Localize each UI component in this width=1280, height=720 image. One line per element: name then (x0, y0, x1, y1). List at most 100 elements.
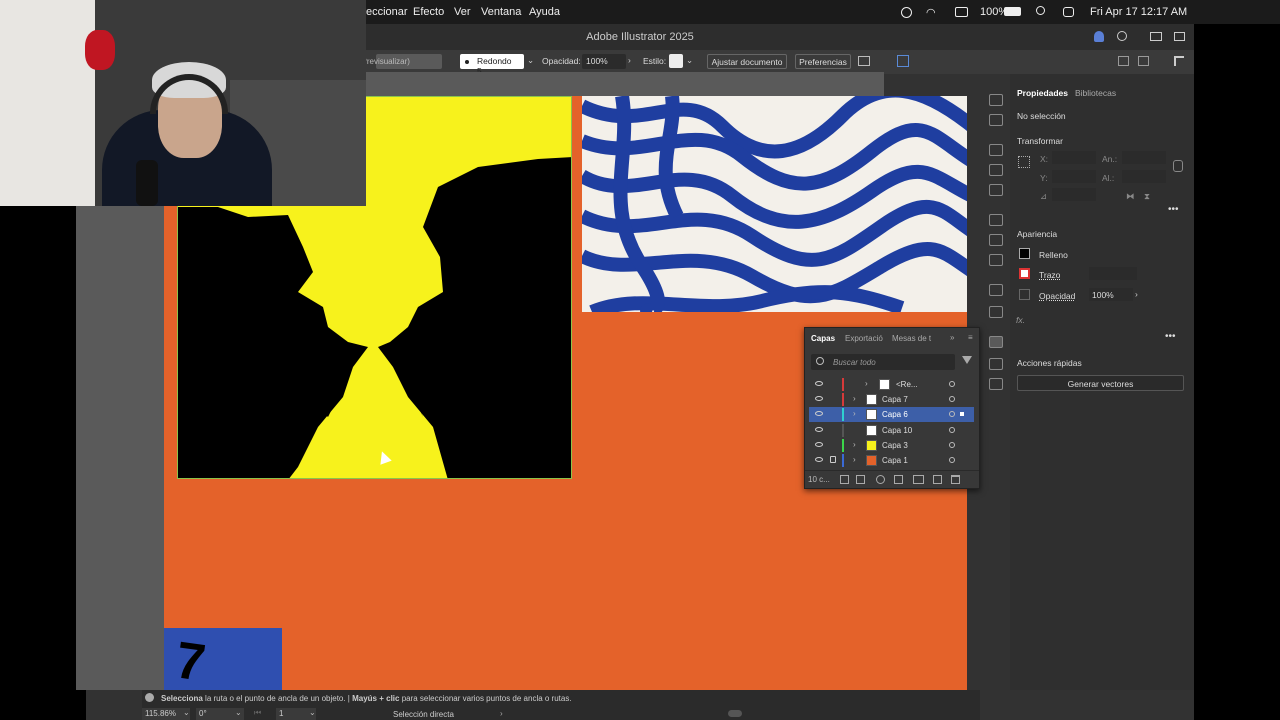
chevron-right-icon[interactable]: › (628, 55, 631, 65)
expand-chevron-icon[interactable]: › (853, 409, 856, 418)
panel-icon[interactable] (1118, 56, 1129, 66)
blue-paper-scrap[interactable]: 7 (164, 628, 282, 690)
target-circle-icon[interactable] (949, 381, 955, 387)
visibility-eye-icon[interactable] (815, 457, 823, 462)
layer-row[interactable]: › Capa 3 (809, 438, 974, 453)
transparency-icon[interactable] (989, 254, 1003, 266)
menu-ventana[interactable]: Ventana (481, 6, 521, 18)
locate-object-icon[interactable] (876, 475, 885, 484)
layer-name[interactable]: Capa 1 (882, 456, 908, 465)
new-layer-icon[interactable] (933, 475, 942, 484)
layer-name[interactable]: Capa 10 (882, 426, 912, 435)
generate-vectors-button[interactable]: Generar vectores (1017, 375, 1184, 391)
clock[interactable]: Fri Apr 17 12:17 AM (1090, 6, 1187, 18)
panel-expand-icon[interactable]: » (950, 333, 954, 342)
rotation-dropdown-icon[interactable]: ⌄ (235, 708, 242, 717)
artboards-panel-icon[interactable] (989, 378, 1003, 390)
stroke-label[interactable]: Trazo (1039, 270, 1060, 280)
constrain-link-icon[interactable] (1173, 160, 1183, 172)
stroke-panel-icon[interactable] (989, 214, 1003, 226)
y-input[interactable] (1052, 170, 1096, 183)
height-input[interactable] (1122, 170, 1166, 183)
asset-export-icon[interactable] (989, 358, 1003, 370)
flip-horizontal-icon[interactable]: ⧓ (1126, 191, 1135, 202)
bell-icon[interactable] (1094, 31, 1104, 42)
lock-icon[interactable] (830, 456, 836, 463)
rotate-input[interactable] (1052, 188, 1096, 201)
tab-asset-export[interactable]: Exportació (845, 334, 883, 343)
stroke-swatch[interactable] (1019, 268, 1030, 279)
libraries-icon[interactable] (989, 114, 1003, 126)
zoom-dropdown-icon[interactable]: ⌄ (183, 708, 190, 717)
arrange-docs-icon[interactable] (1138, 56, 1149, 66)
transform-panel-icon[interactable] (989, 144, 1003, 156)
layer-row[interactable]: › Capa 1 (809, 453, 974, 468)
workspace-icon[interactable] (1150, 32, 1162, 41)
gradient-panel-icon[interactable] (989, 234, 1003, 246)
artboard-dropdown-icon[interactable]: ⌄ (309, 708, 316, 717)
properties-icon[interactable] (989, 94, 1003, 106)
opacity-chevron-icon[interactable]: › (1135, 289, 1138, 299)
first-artboard-icon[interactable]: ⏮ (254, 708, 261, 718)
style-swatch[interactable] (669, 54, 683, 68)
layer-name[interactable]: <Re... (896, 380, 918, 389)
layer-row-selected[interactable]: › Capa 6 (809, 407, 974, 422)
tab-layers[interactable]: Capas (811, 334, 835, 343)
layer-name[interactable]: Capa 3 (882, 441, 908, 450)
visibility-eye-icon[interactable] (815, 411, 823, 416)
menu-ver[interactable]: Ver (454, 6, 471, 18)
horizontal-scrollbar[interactable] (728, 710, 742, 717)
control-center-icon[interactable] (1063, 7, 1074, 17)
more-options-icon[interactable]: ••• (1168, 204, 1179, 215)
tab-libraries[interactable]: Bibliotecas (1075, 88, 1116, 98)
expand-chevron-icon[interactable]: › (853, 394, 856, 403)
display-icon[interactable] (955, 7, 968, 17)
export-layer-icon[interactable] (856, 475, 865, 484)
reference-point-icon[interactable] (1018, 156, 1030, 168)
zebra-stripes-image[interactable] (582, 96, 967, 312)
target-circle-icon[interactable] (949, 411, 955, 417)
stroke-weight-input[interactable] (1089, 267, 1137, 280)
graphic-styles-icon[interactable] (989, 306, 1003, 318)
symbols-icon[interactable] (989, 184, 1003, 196)
menu-ayuda[interactable]: Ayuda (529, 6, 560, 18)
layer-row[interactable]: Capa 10 (809, 423, 974, 438)
new-sublayer-icon[interactable] (913, 475, 924, 484)
status-arrow-icon[interactable]: › (500, 709, 503, 718)
flip-vertical-icon[interactable]: ⧗ (1144, 191, 1150, 202)
selection-indicator[interactable] (960, 412, 964, 416)
battery-icon[interactable] (1004, 7, 1021, 16)
search-icon[interactable] (1117, 31, 1127, 41)
brushes-icon[interactable] (989, 164, 1003, 176)
visibility-eye-icon[interactable] (815, 381, 823, 386)
arrange-icon[interactable] (1174, 32, 1185, 41)
help-icon[interactable] (145, 693, 154, 702)
expand-chevron-icon[interactable]: › (853, 440, 856, 449)
expand-chevron-icon[interactable]: › (865, 379, 868, 388)
layer-name[interactable]: Capa 6 (882, 410, 908, 419)
tab-properties[interactable]: Propiedades (1017, 88, 1068, 98)
menu-seleccionar[interactable]: eccionar (366, 6, 408, 18)
fill-swatch[interactable] (1019, 248, 1030, 259)
width-input[interactable] (1122, 151, 1166, 164)
x-input[interactable] (1052, 151, 1096, 164)
visibility-eye-icon[interactable] (815, 427, 823, 432)
delete-layer-icon[interactable] (951, 475, 960, 484)
panel-menu-icon[interactable] (1174, 56, 1184, 66)
filter-icon[interactable] (962, 356, 972, 364)
export-icon[interactable] (897, 55, 909, 67)
visibility-eye-icon[interactable] (815, 442, 823, 447)
fit-document-button[interactable]: Ajustar documento (707, 54, 787, 69)
chevron-down-icon[interactable]: ⌄ (527, 55, 534, 66)
appearance-panel-icon[interactable] (989, 284, 1003, 296)
expand-chevron-icon[interactable]: › (853, 455, 856, 464)
layer-name[interactable]: Capa 7 (882, 395, 908, 404)
target-circle-icon[interactable] (949, 427, 955, 433)
preferences-button[interactable]: Preferencias (795, 54, 851, 69)
spotlight-icon[interactable] (1036, 6, 1045, 15)
layer-row[interactable]: › <Re... (809, 377, 974, 392)
panel-menu-icon[interactable]: ≡ (968, 333, 973, 342)
opacity-input-panel[interactable]: 100% (1089, 288, 1133, 301)
layers-panel-icon[interactable] (989, 336, 1003, 348)
target-circle-icon[interactable] (949, 457, 955, 463)
